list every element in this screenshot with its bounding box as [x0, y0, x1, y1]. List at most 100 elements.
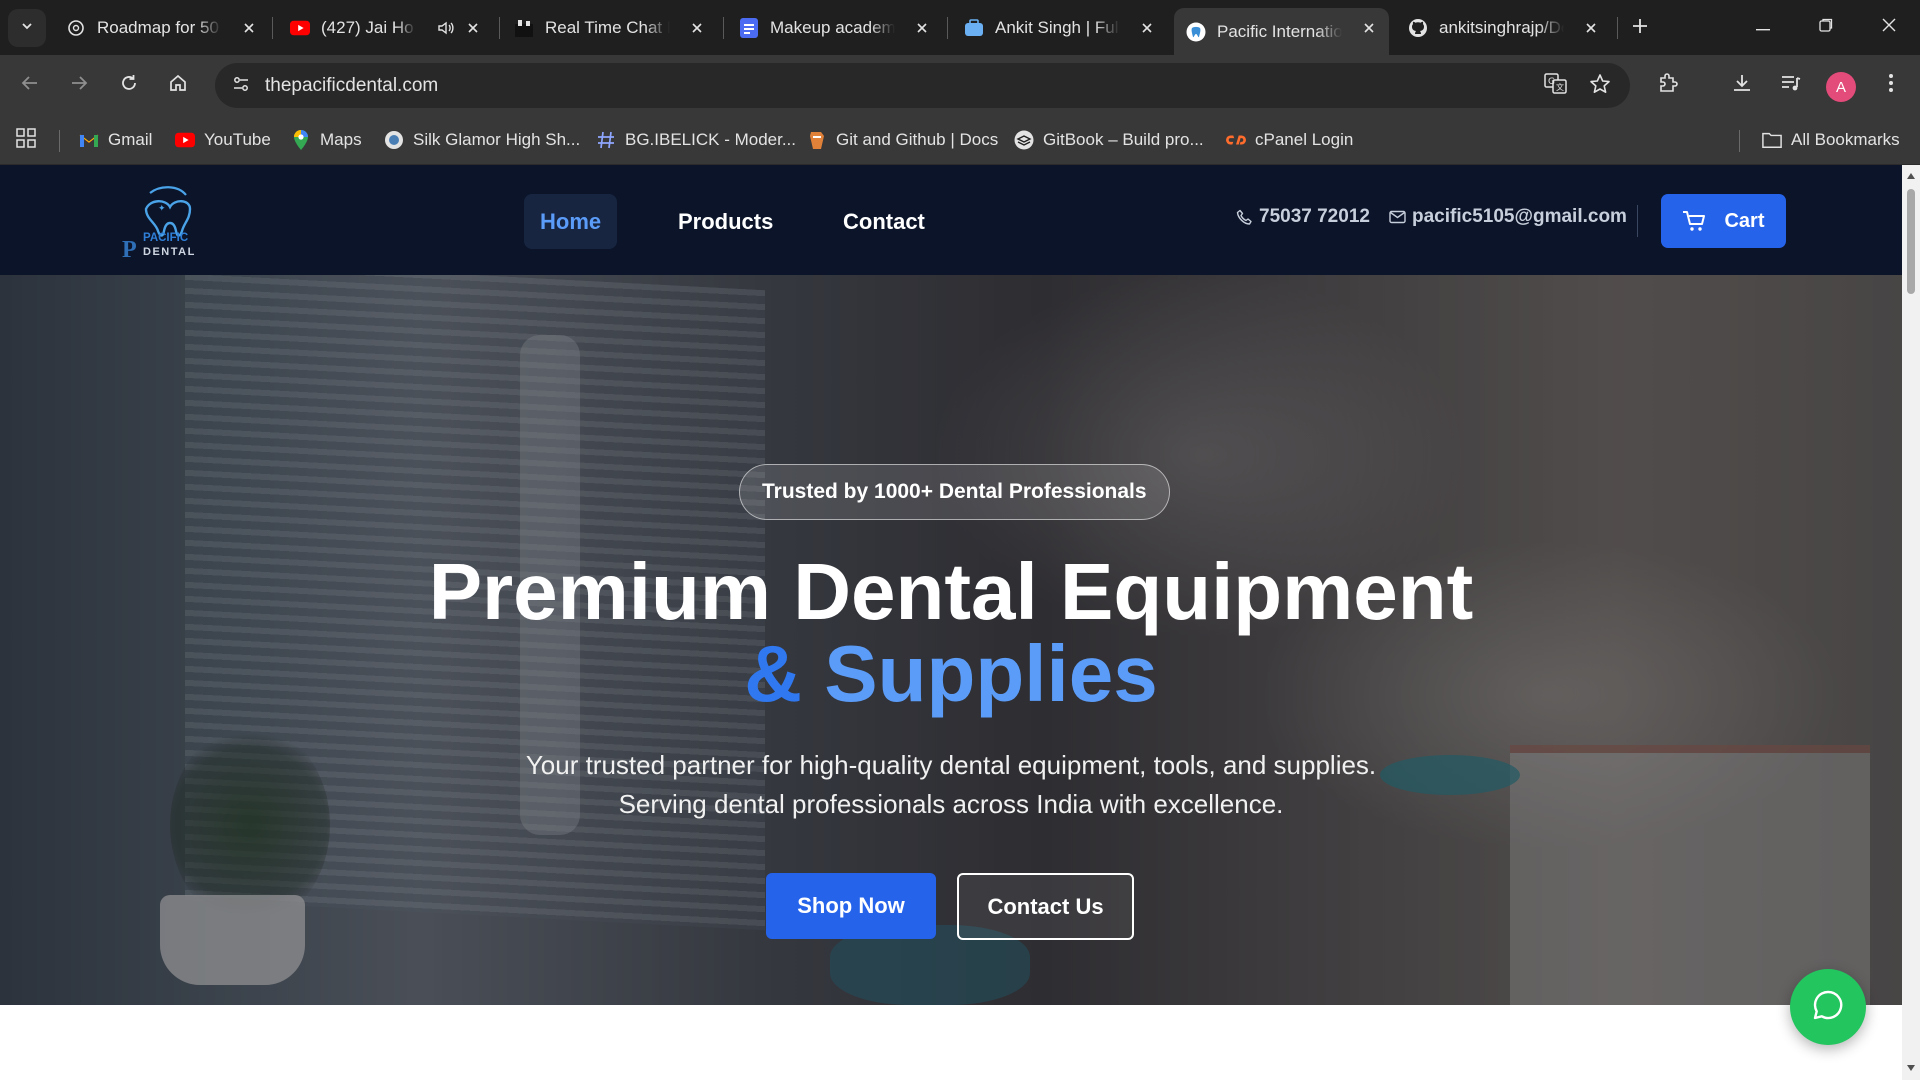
url-text[interactable]: thepacificdental.com — [265, 75, 438, 97]
forward-button[interactable] — [60, 66, 98, 104]
apps-button[interactable] — [16, 126, 36, 154]
nav-contact[interactable]: Contact — [827, 194, 941, 249]
puzzle-icon — [1657, 72, 1679, 99]
tab-chat-platform[interactable]: Real Time Chat Platform — [502, 8, 717, 48]
tab-title: (427) Jai Ho Song — [321, 18, 416, 37]
bookmark-divider — [1739, 130, 1740, 152]
tab-youtube[interactable]: (427) Jai Ho Song — [278, 8, 493, 48]
tab-strip: Roadmap for 50 Days (427) Jai Ho Song Re… — [0, 0, 1920, 55]
extensions-button[interactable] — [1650, 67, 1686, 103]
cpanel-icon — [1226, 130, 1246, 150]
svg-text:✦: ✦ — [158, 204, 166, 214]
bookmark-youtube[interactable]: YouTube — [175, 126, 271, 154]
cart-label: Cart — [1724, 209, 1765, 232]
close-icon[interactable] — [463, 18, 483, 38]
header-divider — [1637, 205, 1638, 237]
translate-icon: G文 — [1544, 72, 1568, 100]
tab-github[interactable]: ankitsinghrajp/De — [1396, 8, 1611, 48]
translate-button[interactable]: G文 — [1542, 72, 1570, 100]
briefcase-icon — [964, 18, 984, 38]
bookmark-silk-glamor[interactable]: Silk Glamor High Sh... — [384, 126, 580, 154]
forms-icon — [739, 18, 759, 38]
logo-text-bottom: DENTAL — [143, 246, 196, 258]
profile-avatar[interactable]: A — [1826, 72, 1856, 102]
minimize-icon — [1756, 18, 1770, 36]
folder-icon — [1762, 130, 1782, 150]
close-icon[interactable] — [1581, 18, 1601, 38]
browser-toolbar: thepacificdental.com G文 — [0, 55, 1920, 153]
scrollbar-thumb[interactable] — [1907, 189, 1915, 294]
bookmark-label: YouTube — [204, 130, 271, 149]
close-window-button[interactable] — [1858, 0, 1920, 54]
more-vertical-icon — [1888, 73, 1894, 98]
arrow-left-icon — [20, 73, 40, 98]
nav-products[interactable]: Products — [662, 194, 789, 249]
hero-title-accent: Supplies — [824, 629, 1158, 718]
tab-title: ankitsinghrajp/De — [1439, 18, 1564, 37]
browser-menu-button[interactable] — [1873, 67, 1909, 103]
reload-button[interactable] — [110, 66, 148, 104]
site-header: ✦ P PACIFIC DENTAL Home Products Contact… — [0, 165, 1902, 275]
bookmark-maps[interactable]: Maps — [291, 126, 362, 154]
site-logo[interactable]: ✦ P PACIFIC DENTAL — [122, 181, 206, 263]
tab-search-button[interactable] — [8, 9, 46, 47]
address-bar[interactable]: thepacificdental.com G文 — [215, 63, 1630, 108]
home-button[interactable] — [159, 66, 197, 104]
close-icon[interactable] — [687, 18, 707, 38]
contact-us-button[interactable]: Contact Us — [957, 873, 1134, 940]
media-controls-button[interactable] — [1773, 67, 1809, 103]
tab-divider — [272, 17, 273, 39]
tooth-icon — [1186, 22, 1206, 42]
restore-button[interactable] — [1795, 0, 1857, 54]
site-info-button[interactable] — [226, 71, 256, 101]
phone-icon — [1236, 209, 1253, 226]
tab-pacific-dental[interactable]: Pacific Internationa — [1174, 8, 1389, 55]
chat-bubble-icon — [1811, 988, 1845, 1027]
close-icon[interactable] — [1359, 18, 1379, 38]
new-tab-button[interactable] — [1626, 14, 1654, 42]
page-scrollbar[interactable] — [1902, 165, 1920, 1080]
hero-title-line2: & Supplies — [0, 630, 1902, 718]
whatsapp-chat-button[interactable] — [1790, 969, 1866, 1045]
close-icon[interactable] — [239, 18, 259, 38]
bookmark-gmail[interactable]: Gmail — [79, 126, 152, 154]
bookmark-label: BG.IBELICK - Moder... — [625, 130, 797, 149]
tab-makeup-academy[interactable]: Makeup academy — [727, 8, 942, 48]
youtube-icon — [175, 130, 195, 150]
shop-now-button[interactable]: Shop Now — [766, 873, 936, 939]
downloads-button[interactable] — [1724, 67, 1760, 103]
tab-portfolio[interactable]: Ankit Singh | Full — [952, 8, 1167, 48]
bookmark-label: Maps — [320, 130, 362, 149]
bookmark-cpanel[interactable]: cPanel Login — [1226, 126, 1353, 154]
tab-roadmap[interactable]: Roadmap for 50 Days — [54, 8, 269, 48]
scroll-down-arrow-icon[interactable] — [1906, 1063, 1916, 1073]
bookmark-git-docs[interactable]: Git and Github | Docs — [807, 126, 998, 154]
nav-home[interactable]: Home — [524, 194, 618, 249]
git-icon — [807, 130, 827, 150]
hero-title-amp: & — [744, 629, 825, 718]
tab-divider — [723, 17, 724, 39]
globe-icon — [384, 130, 404, 150]
close-icon[interactable] — [1137, 18, 1157, 38]
gmail-icon — [79, 130, 99, 150]
download-icon — [1731, 72, 1753, 99]
bookmark-star-button[interactable] — [1586, 72, 1614, 100]
close-icon[interactable] — [912, 18, 932, 38]
chevron-down-icon — [20, 19, 34, 38]
bookmark-bg-ibelick[interactable]: BG.IBELICK - Moder... — [596, 126, 796, 154]
cart-button[interactable]: Cart — [1661, 194, 1786, 248]
header-email[interactable]: pacific5105@gmail.com — [1389, 206, 1627, 228]
bookmark-gitbook[interactable]: GitBook – Build pro... — [1014, 126, 1204, 154]
back-button[interactable] — [11, 66, 49, 104]
minimize-button[interactable] — [1732, 0, 1794, 54]
maps-icon — [291, 130, 311, 150]
header-phone[interactable]: 75037 72012 — [1236, 206, 1370, 228]
all-bookmarks-label: All Bookmarks — [1791, 130, 1900, 149]
speaker-icon[interactable] — [437, 19, 455, 42]
all-bookmarks-button[interactable]: All Bookmarks — [1762, 126, 1900, 154]
svg-text:文: 文 — [1556, 82, 1564, 92]
scroll-up-arrow-icon[interactable] — [1906, 171, 1916, 181]
tab-divider — [499, 17, 500, 39]
arrow-right-icon — [69, 73, 89, 98]
openai-icon — [66, 18, 86, 38]
